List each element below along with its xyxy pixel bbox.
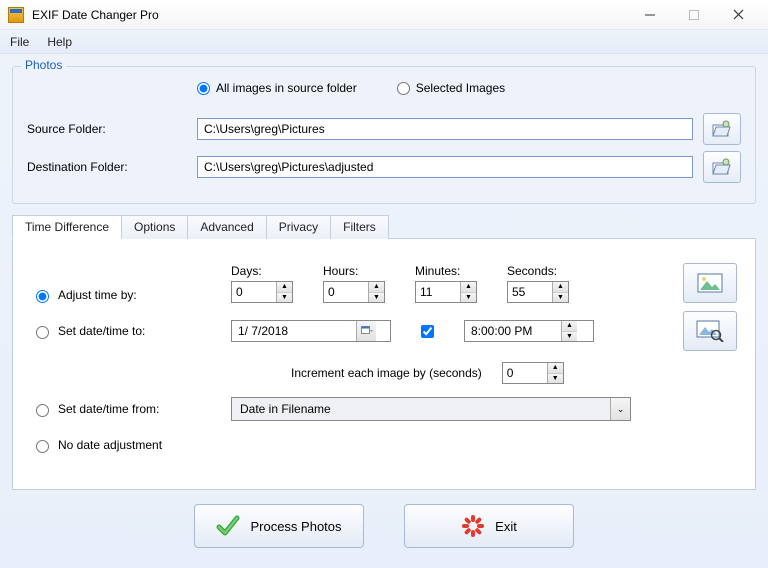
time-enabled-checkbox[interactable] — [421, 325, 434, 338]
tab-control: Time Difference Options Advanced Privacy… — [12, 214, 756, 490]
app-icon — [8, 7, 24, 23]
minimize-button[interactable] — [628, 0, 672, 30]
spinner-down-icon[interactable]: ▼ — [369, 293, 384, 303]
spinner-down-icon[interactable]: ▼ — [548, 374, 563, 384]
tab-privacy[interactable]: Privacy — [266, 215, 331, 239]
close-button[interactable] — [716, 0, 760, 30]
bottom-button-bar: Process Photos Exit — [12, 490, 756, 556]
time-input[interactable] — [465, 321, 561, 341]
radio-selected-images-label: Selected Images — [416, 81, 505, 95]
pick-target-image-button[interactable] — [683, 311, 737, 351]
spinner-up-icon[interactable]: ▲ — [369, 282, 384, 293]
spinner-down-icon[interactable]: ▼ — [553, 293, 568, 303]
spinner-down-icon[interactable]: ▼ — [461, 293, 476, 303]
tab-advanced[interactable]: Advanced — [187, 215, 266, 239]
minutes-input[interactable] — [416, 282, 460, 302]
photos-group: Photos All images in source folder Selec… — [12, 66, 756, 204]
destination-folder-input[interactable] — [197, 156, 693, 178]
days-label: Days: — [231, 264, 293, 278]
radio-set-to-input[interactable] — [36, 326, 49, 339]
hours-label: Hours: — [323, 264, 385, 278]
days-input[interactable] — [232, 282, 276, 302]
exit-label: Exit — [495, 519, 517, 534]
radio-selected-images[interactable]: Selected Images — [397, 81, 505, 95]
browse-destination-button[interactable] — [703, 151, 741, 183]
process-photos-button[interactable]: Process Photos — [194, 504, 364, 548]
exit-button[interactable]: Exit — [404, 504, 574, 548]
spinner-up-icon[interactable]: ▲ — [562, 321, 577, 332]
calendar-dropdown-icon[interactable] — [356, 321, 376, 341]
radio-no-adjustment-input[interactable] — [36, 440, 49, 453]
seconds-stepper[interactable]: ▲▼ — [507, 281, 569, 303]
date-source-combo[interactable]: ⌄ — [231, 397, 631, 421]
image-icon — [697, 273, 723, 293]
folder-open-icon — [712, 120, 732, 138]
spinner-up-icon[interactable]: ▲ — [461, 282, 476, 293]
seconds-label: Seconds: — [507, 264, 569, 278]
menubar: File Help — [0, 30, 768, 54]
seconds-input[interactable] — [508, 282, 552, 302]
tab-filters[interactable]: Filters — [330, 215, 389, 239]
tab-time-difference[interactable]: Time Difference — [12, 215, 122, 239]
destination-folder-label: Destination Folder: — [27, 160, 187, 174]
spinner-up-icon[interactable]: ▲ — [548, 363, 563, 374]
source-folder-label: Source Folder: — [27, 122, 187, 136]
radio-set-from-input[interactable] — [36, 404, 49, 417]
radio-set-from-label: Set date/time from: — [58, 402, 159, 416]
hours-input[interactable] — [324, 282, 368, 302]
time-picker[interactable]: ▲▼ — [464, 320, 594, 342]
radio-all-images[interactable]: All images in source folder — [197, 81, 357, 95]
radio-set-to-label: Set date/time to: — [58, 324, 145, 338]
chevron-down-icon[interactable]: ⌄ — [610, 398, 630, 420]
spinner-up-icon[interactable]: ▲ — [277, 282, 292, 293]
image-search-icon — [696, 320, 724, 342]
tabpanel-time-difference: Adjust time by: Days: ▲▼ Hours: — [12, 238, 756, 490]
time-enabled-input[interactable] — [421, 325, 434, 338]
tab-options[interactable]: Options — [121, 215, 188, 239]
minutes-label: Minutes: — [415, 264, 477, 278]
folder-open-icon — [712, 158, 732, 176]
browse-source-button[interactable] — [703, 113, 741, 145]
content-area: Photos All images in source folder Selec… — [0, 54, 768, 568]
days-stepper[interactable]: ▲▼ — [231, 281, 293, 303]
menu-file[interactable]: File — [10, 35, 29, 49]
maximize-button[interactable] — [672, 0, 716, 30]
radio-all-images-label: All images in source folder — [216, 81, 357, 95]
radio-all-images-input[interactable] — [197, 82, 210, 95]
radio-adjust-by-input[interactable] — [36, 290, 49, 303]
menu-help[interactable]: Help — [47, 35, 72, 49]
radio-selected-images-input[interactable] — [397, 82, 410, 95]
pick-reference-image-button[interactable] — [683, 263, 737, 303]
spinner-down-icon[interactable]: ▼ — [277, 293, 292, 303]
source-folder-input[interactable] — [197, 118, 693, 140]
checkmark-icon — [216, 515, 240, 537]
spinner-down-icon[interactable]: ▼ — [562, 332, 577, 342]
exit-icon — [461, 514, 485, 538]
increment-label: Increment each image by (seconds) — [291, 366, 482, 380]
titlebar: EXIF Date Changer Pro — [0, 0, 768, 30]
photos-legend: Photos — [21, 58, 66, 72]
date-picker[interactable] — [231, 320, 391, 342]
radio-adjust-by-label: Adjust time by: — [58, 288, 137, 302]
tabstrip: Time Difference Options Advanced Privacy… — [12, 214, 756, 238]
radio-no-adjustment-label: No date adjustment — [58, 438, 162, 452]
spinner-up-icon[interactable]: ▲ — [553, 282, 568, 293]
window-title: EXIF Date Changer Pro — [32, 8, 159, 22]
date-source-value[interactable] — [232, 398, 610, 420]
hours-stepper[interactable]: ▲▼ — [323, 281, 385, 303]
process-photos-label: Process Photos — [250, 519, 341, 534]
increment-stepper[interactable]: ▲▼ — [502, 362, 564, 384]
minutes-stepper[interactable]: ▲▼ — [415, 281, 477, 303]
increment-input[interactable] — [503, 363, 547, 383]
date-input[interactable] — [232, 321, 356, 341]
